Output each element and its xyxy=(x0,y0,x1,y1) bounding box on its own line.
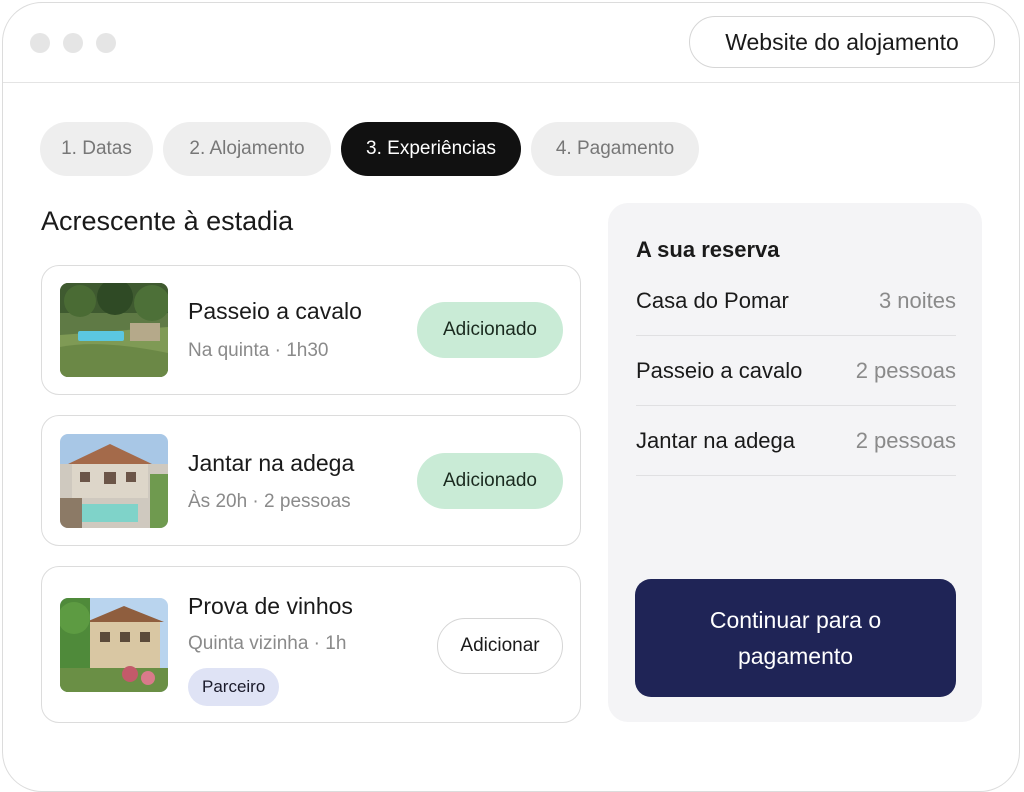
experience-subtitle: Na quinta · 1h30 xyxy=(188,340,329,361)
summary-row: Casa do Pomar 3 noites xyxy=(636,266,956,336)
experience-photo xyxy=(60,283,168,377)
website-button[interactable]: Website do alojamento xyxy=(689,16,995,68)
window-dot-icon xyxy=(96,33,116,53)
window-dot-icon xyxy=(30,33,50,53)
add-button[interactable]: Adicionar xyxy=(437,618,563,674)
reservation-summary: A sua reserva Casa do Pomar 3 noites Pas… xyxy=(608,203,982,722)
summary-row: Passeio a cavalo 2 pessoas xyxy=(636,336,956,406)
title-bar: Website do alojamento xyxy=(3,3,1019,83)
summary-row-label: Casa do Pomar xyxy=(636,288,789,313)
experience-title: Jantar na adega xyxy=(188,450,355,476)
window-dot-icon xyxy=(63,33,83,53)
summary-title: A sua reserva xyxy=(636,237,780,262)
experience-card: Prova de vinhos Quinta vizinha · 1h Parc… xyxy=(41,566,581,723)
summary-row-value: 3 noites xyxy=(878,288,956,313)
added-button[interactable]: Adicionado xyxy=(417,453,563,509)
added-button[interactable]: Adicionado xyxy=(417,302,563,358)
continue-button-label: Continuar para o pagamento xyxy=(709,607,882,669)
experience-card: Jantar na adega Às 20h · 2 pessoas Adici… xyxy=(41,415,581,546)
summary-row-label: Jantar na adega xyxy=(636,428,796,453)
section-heading: Acrescente à estadia xyxy=(41,206,294,236)
summary-row-value: 2 pessoas xyxy=(855,428,956,453)
experience-card: Passeio a cavalo Na quinta · 1h30 Adicio… xyxy=(41,265,581,395)
experience-title: Passeio a cavalo xyxy=(188,298,362,324)
partner-badge: Parceiro xyxy=(188,668,280,706)
summary-row-label: Passeio a cavalo xyxy=(636,358,803,383)
tab-alojamento[interactable]: 2. Alojamento xyxy=(163,122,331,176)
continue-to-payment-button[interactable]: Continuar para o pagamento xyxy=(635,579,956,697)
tab-pagamento[interactable]: 4. Pagamento xyxy=(531,122,699,176)
experience-photo xyxy=(60,434,168,528)
summary-row: Jantar na adega 2 pessoas xyxy=(636,406,956,476)
experience-subtitle: Às 20h · 2 pessoas xyxy=(188,491,351,512)
summary-row-value: 2 pessoas xyxy=(855,358,956,383)
tab-datas[interactable]: 1. Datas xyxy=(40,122,153,176)
tab-experiencias[interactable]: 3. Experiências xyxy=(341,122,521,176)
experience-photo xyxy=(60,598,168,692)
experience-subtitle: Quinta vizinha · 1h xyxy=(188,633,347,654)
experience-title: Prova de vinhos xyxy=(188,593,353,619)
